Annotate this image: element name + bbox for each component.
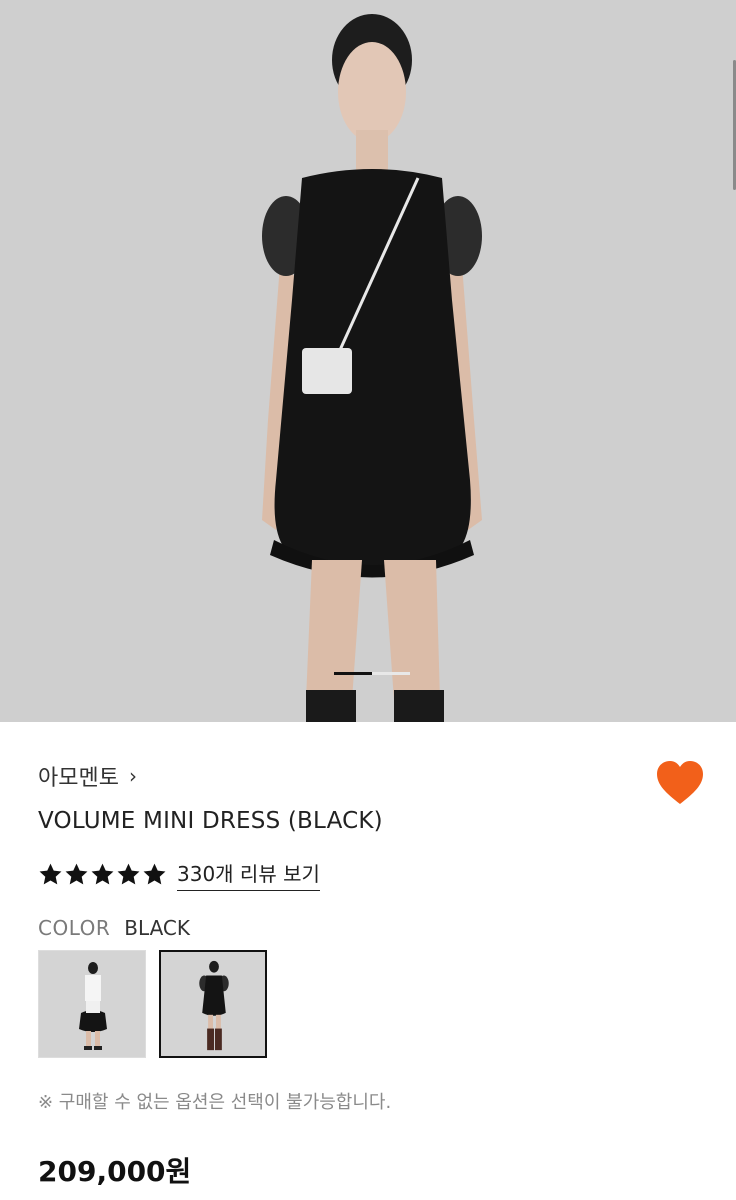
color-row: COLOR BLACK [38,916,190,940]
color-selected-value: BLACK [124,916,191,940]
product-price: 209,000원 [38,1155,192,1188]
review-link[interactable]: 330개 리뷰 보기 [177,858,320,891]
carousel-dot-1[interactable] [334,672,372,675]
color-option-black-photo [161,952,265,1056]
color-option-white-photo [39,951,145,1057]
color-option-black[interactable] [159,950,267,1058]
color-option-white[interactable] [38,950,146,1058]
model-photo [0,0,736,722]
star-rating [38,862,167,887]
star-icon [91,863,114,885]
brand-name: 아모멘토 [38,766,119,791]
color-options [38,950,267,1058]
carousel-dot-2[interactable] [372,672,410,675]
star-icon [117,863,140,885]
option-notice: ※ 구매할 수 없는 옵션은 선택이 불가능합니다. [38,1092,392,1113]
carousel-indicator [334,672,410,675]
brand-link[interactable]: 아모멘토 › [38,760,137,792]
star-icon [39,863,62,885]
rating-row: 330개 리뷰 보기 [38,858,320,891]
product-image[interactable] [0,0,736,722]
star-icon [65,863,88,885]
star-icon [143,863,166,885]
chevron-right-icon: › [128,764,137,788]
color-label: COLOR [38,916,111,940]
like-button[interactable] [656,760,704,806]
product-title: VOLUME MINI DRESS (BLACK) [38,808,383,834]
heart-icon [657,761,703,804]
